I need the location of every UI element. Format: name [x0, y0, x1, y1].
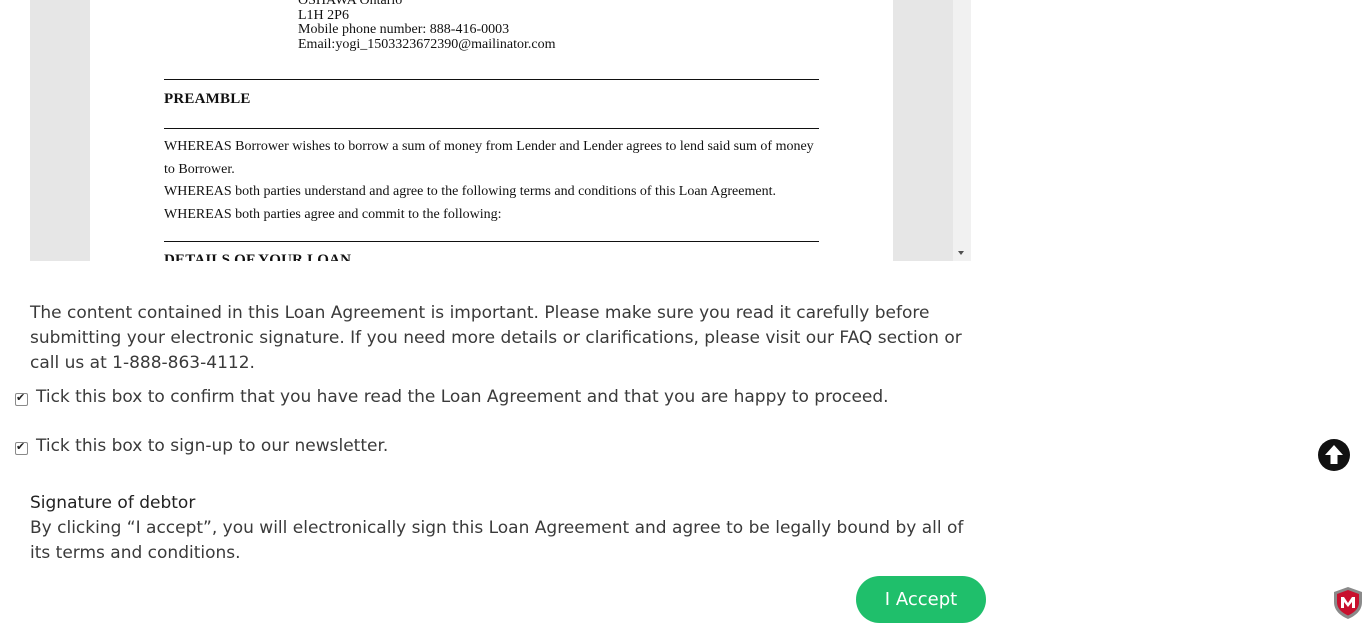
- checkmark-icon: ✔: [16, 391, 26, 404]
- preamble-heading: PREAMBLE: [164, 91, 251, 107]
- accept-button[interactable]: I Accept: [856, 576, 986, 623]
- newsletter-row: ✔ Tick this box to sign-up to our newsle…: [15, 436, 388, 457]
- arrow-up-circle-icon[interactable]: [1318, 439, 1350, 471]
- preamble-line: WHEREAS both parties understand and agre…: [164, 184, 776, 199]
- shield-glyph: [1334, 587, 1362, 619]
- confirm-read-row: ✔ Tick this box to confirm that you have…: [15, 387, 889, 408]
- borrower-address: OSHAWA Ontario L1H 2P6 Mobile phone numb…: [298, 0, 555, 52]
- loan-details-heading: DETAILS OF YOUR LOAN: [164, 252, 352, 261]
- address-line: Mobile phone number: 888-416-0003: [298, 22, 510, 37]
- preamble-line: WHEREAS both parties agree and commit to…: [164, 206, 502, 222]
- confirm-read-label: Tick this box to confirm that you have r…: [36, 387, 889, 407]
- address-line: L1H 2P6: [298, 7, 349, 23]
- confirm-read-checkbox[interactable]: ✔: [15, 391, 28, 406]
- signature-text: By clicking “I accept”, you will electro…: [30, 518, 964, 563]
- newsletter-label: Tick this box to sign-up to our newslett…: [36, 436, 389, 456]
- address-line: Email:yogi_1503323672390@mailinator.com: [298, 36, 556, 52]
- signature-title: Signature of debtor: [30, 493, 196, 513]
- preamble-body: WHEREAS Borrower wishes to borrow a sum …: [164, 136, 824, 226]
- checkmark-icon: ✔: [16, 440, 26, 453]
- arrow-up-glyph: [1325, 445, 1343, 464]
- divider: [164, 241, 819, 242]
- viewer-scrollbar[interactable]: [953, 0, 971, 261]
- agreement-notice: The content contained in this Loan Agree…: [30, 303, 962, 373]
- divider: [164, 128, 819, 129]
- agreement-viewer[interactable]: OSHAWA Ontario L1H 2P6 Mobile phone numb…: [30, 0, 971, 261]
- agreement-page: OSHAWA Ontario L1H 2P6 Mobile phone numb…: [90, 0, 893, 261]
- preamble-line: WHEREAS Borrower wishes to borrow a sum …: [164, 139, 814, 177]
- divider: [164, 79, 819, 80]
- mcafee-shield-icon[interactable]: [1332, 586, 1364, 620]
- scroll-down-arrow-icon[interactable]: [958, 251, 964, 255]
- newsletter-checkbox[interactable]: ✔: [15, 440, 28, 455]
